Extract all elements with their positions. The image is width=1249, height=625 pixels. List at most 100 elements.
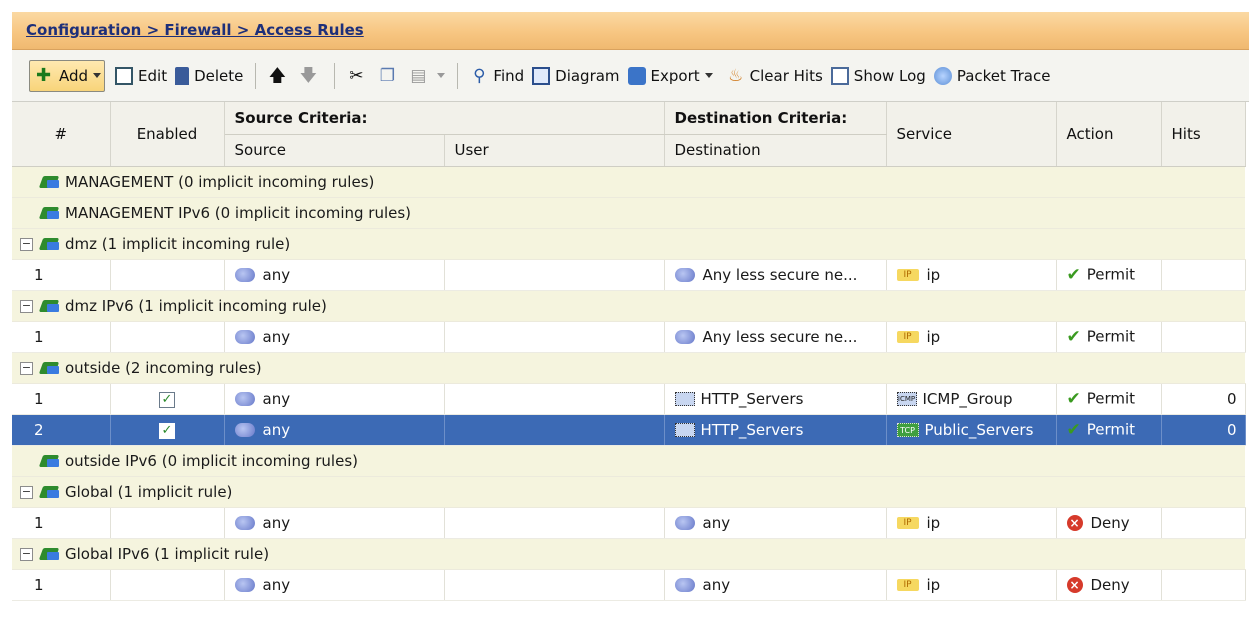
source-value: any	[262, 327, 291, 346]
source-value: any	[262, 575, 291, 594]
hits-cell	[1161, 507, 1246, 539]
plus-icon: ✚	[36, 64, 52, 86]
destination-value: Any less secure ne...	[702, 327, 858, 346]
source-value: any	[262, 513, 291, 532]
column-header-hits[interactable]: Hits	[1161, 102, 1246, 167]
column-header-source[interactable]: Source	[224, 134, 445, 167]
show-log-label: Show Log	[853, 66, 926, 85]
interface-icon	[39, 360, 61, 376]
column-header-enabled[interactable]: Enabled	[110, 102, 225, 167]
interface-icon	[39, 298, 61, 314]
breadcrumb[interactable]: Configuration > Firewall > Access Rules	[26, 21, 364, 39]
ip-protocol-icon: IP	[896, 579, 919, 591]
service-cell: TCP Public_Servers	[886, 414, 1057, 446]
interface-group-row[interactable]: MANAGEMENT IPv6 (0 implicit incoming rul…	[12, 197, 1245, 229]
network-any-icon	[674, 330, 695, 344]
hits-cell	[1161, 321, 1246, 353]
destination-value: Any less secure ne...	[702, 265, 858, 284]
paste-icon: ▤	[410, 65, 427, 86]
interface-icon	[39, 205, 61, 221]
table-row[interactable]: 1 any Any less secure ne... IP ip ✔ Permit	[12, 259, 1246, 291]
show-log-button[interactable]: Show Log	[827, 60, 930, 92]
service-value: ip	[926, 575, 941, 594]
diagram-button[interactable]: Diagram	[528, 60, 623, 92]
ip-protocol-icon: IP	[896, 517, 919, 529]
delete-button[interactable]: Delete	[171, 60, 247, 92]
copy-button[interactable]: ❐	[374, 60, 405, 92]
table-row[interactable]: 1 ✓ any HTTP_Servers ICMP ICMP_Group ✔ Permit 0	[12, 383, 1246, 415]
group-label: outside (2 incoming rules)	[65, 358, 262, 377]
enabled-cell	[110, 507, 225, 539]
log-icon	[830, 66, 849, 85]
column-header-num[interactable]: #	[12, 102, 111, 167]
chevron-down-icon[interactable]	[704, 73, 713, 78]
move-up-button[interactable]: 🡅	[264, 60, 295, 92]
group-cell: − Global IPv6 (1 implicit rule)	[12, 538, 1245, 570]
interface-group-row[interactable]: outside IPv6 (0 implicit incoming rules)	[12, 445, 1245, 477]
source-cell: any	[224, 414, 445, 446]
enabled-checkbox[interactable]: ✓	[159, 392, 175, 408]
chevron-down-icon[interactable]	[93, 73, 102, 78]
interface-group-row[interactable]: − dmz (1 implicit incoming rule)	[12, 228, 1245, 260]
permit-check-icon: ✔	[1066, 264, 1081, 285]
service-cell: IP ip	[886, 569, 1057, 601]
service-value: ip	[926, 265, 941, 284]
source-value: any	[262, 265, 291, 284]
destination-cell: HTTP_Servers	[664, 383, 887, 415]
clear-hits-label: Clear Hits	[749, 66, 823, 85]
network-any-icon	[234, 268, 255, 282]
action-value: Permit	[1086, 327, 1136, 345]
source-cell: any	[224, 507, 445, 539]
collapse-toggle-icon[interactable]: −	[20, 237, 33, 251]
trash-icon	[175, 66, 190, 85]
action-value: Deny	[1090, 513, 1130, 532]
group-cell: − dmz (1 implicit incoming rule)	[12, 228, 1245, 260]
action-cell: ✔ Permit	[1056, 383, 1162, 415]
group-cell: − Global (1 implicit rule)	[12, 476, 1245, 508]
action-value: Permit	[1086, 420, 1136, 438]
collapse-toggle-icon[interactable]: −	[20, 361, 33, 375]
interface-group-row[interactable]: − Global IPv6 (1 implicit rule)	[12, 538, 1245, 570]
rule-number: 1	[12, 321, 111, 353]
edit-button[interactable]: Edit	[111, 60, 171, 92]
collapse-toggle-icon[interactable]: −	[20, 547, 33, 561]
packet-trace-button[interactable]: Packet Trace	[930, 60, 1055, 92]
column-header-action[interactable]: Action	[1056, 102, 1162, 167]
table-row[interactable]: 2 ✓ any HTTP_Servers TCP Public_Servers ✔ Permi…	[12, 414, 1246, 446]
packet-trace-label: Packet Trace	[956, 66, 1051, 85]
deny-icon: ×	[1066, 515, 1083, 531]
table-row[interactable]: 1 any Any less secure ne... IP ip ✔ Permit	[12, 321, 1246, 353]
source-cell: any	[224, 569, 445, 601]
find-button[interactable]: ⚲ Find	[466, 60, 528, 92]
destination-value: HTTP_Servers	[700, 420, 804, 439]
chevron-down-icon[interactable]	[437, 73, 446, 78]
user-cell	[444, 383, 665, 415]
collapse-toggle-icon[interactable]: −	[20, 485, 33, 499]
column-header-service[interactable]: Service	[886, 102, 1057, 167]
move-down-button[interactable]: 🡇	[295, 60, 326, 92]
group-cell: − dmz IPv6 (1 implicit incoming rule)	[12, 290, 1245, 322]
export-button[interactable]: Export	[624, 60, 717, 92]
table-row[interactable]: 1 any any IP ip × Deny	[12, 507, 1246, 539]
interface-group-row[interactable]: − outside (2 incoming rules)	[12, 352, 1245, 384]
rule-number-text: 1	[34, 513, 44, 532]
column-header-user[interactable]: User	[444, 134, 665, 167]
paste-button[interactable]: ▤	[405, 60, 449, 92]
interface-group-row[interactable]: − dmz IPv6 (1 implicit incoming rule)	[12, 290, 1245, 322]
table-row[interactable]: 1 any any IP ip × Deny	[12, 569, 1246, 601]
destination-value: HTTP_Servers	[700, 389, 804, 408]
deny-icon: ×	[1066, 577, 1083, 593]
enabled-checkbox[interactable]: ✓	[159, 423, 175, 439]
rule-number: 1	[12, 383, 111, 415]
add-button[interactable]: ✚ Add	[29, 59, 106, 92]
action-value: Permit	[1086, 389, 1136, 407]
cut-button[interactable]: ✂	[343, 60, 374, 92]
collapse-toggle-icon[interactable]: −	[20, 299, 33, 313]
interface-group-row[interactable]: MANAGEMENT (0 implicit incoming rules)	[12, 166, 1245, 198]
copy-icon: ❐	[379, 65, 396, 86]
toolbar-divider	[334, 62, 336, 89]
column-header-destination[interactable]: Destination	[664, 134, 887, 167]
source-value: any	[262, 389, 291, 408]
clear-hits-button[interactable]: ♨ Clear Hits	[723, 60, 827, 92]
interface-group-row[interactable]: − Global (1 implicit rule)	[12, 476, 1245, 508]
